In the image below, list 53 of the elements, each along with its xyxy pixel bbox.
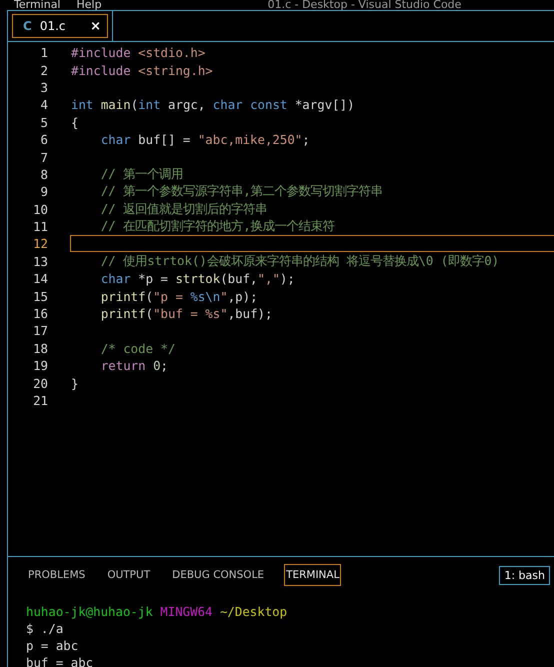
line-number: 13 — [32, 254, 48, 269]
close-icon[interactable]: × — [90, 18, 101, 34]
panel-tab[interactable]: TERMINAL — [284, 564, 342, 586]
menu-item[interactable]: Help — [76, 0, 102, 10]
code-line: #include <string.h> — [70, 62, 214, 79]
line-number: 17 — [32, 323, 48, 338]
line-number: 1 — [40, 45, 48, 60]
panel-tab[interactable]: DEBUG CONSOLE — [170, 564, 266, 586]
line-number: 20 — [32, 376, 48, 391]
code-line: printf("buf = %s",buf); — [100, 305, 274, 322]
code-line: /* code */ — [100, 340, 176, 357]
code-line: // 第一个调用 — [100, 166, 184, 183]
code-line: // 在匹配切割字符的地方,换成一个结束符 — [100, 218, 336, 236]
line-number: 19 — [32, 358, 48, 374]
line-number: 10 — [32, 202, 48, 217]
line-number: 5 — [40, 114, 48, 130]
code-line: #include <stdio.h> — [70, 44, 206, 62]
code-line: } — [70, 374, 80, 392]
line-number: 6 — [40, 132, 48, 148]
line-number: 11 — [32, 219, 48, 234]
tab-label: 01.c — [40, 19, 66, 33]
line-number: 16 — [32, 306, 48, 322]
terminal-select[interactable]: 1: bash — [499, 566, 550, 584]
code-line: char buf[] = "abc,mike,250"; — [100, 131, 311, 148]
line-number: 18 — [32, 340, 48, 356]
c-file-icon: C — [23, 19, 32, 33]
panel-tab[interactable]: OUTPUT — [105, 564, 152, 586]
terminal-line: $ ./a — [26, 621, 64, 638]
code-line: { — [70, 114, 80, 131]
code-line: printf("p = %s\n",p); — [100, 288, 259, 305]
terminal-line: p = abc — [26, 638, 80, 655]
line-number: 15 — [32, 288, 48, 304]
line-number: 21 — [32, 393, 48, 408]
code-line: return 0; — [100, 357, 169, 374]
editor-tab[interactable]: C 01.c × — [12, 14, 108, 38]
terminal-line: huhao-jk@huhao-jk MINGW64 ~/Desktop — [26, 604, 288, 621]
window-title: 01.c - Desktop - Visual Studio Code — [268, 0, 462, 10]
code-line: int main(int argc, char const *argv[]) — [70, 96, 356, 114]
line-number: 7 — [40, 150, 48, 165]
terminal-line: buf = abc — [26, 655, 94, 667]
code-line: char *p = strtok(buf,","); — [100, 270, 296, 288]
line-number: 12 — [32, 236, 48, 252]
menu-item[interactable]: Terminal — [14, 0, 60, 10]
line-number: 4 — [40, 97, 48, 112]
panel-tab[interactable]: PROBLEMS — [26, 564, 88, 586]
code-line: // 使用strtok()会破坏原来字符串的结构 将逗号替换成\0 (即数字0) — [100, 252, 500, 270]
line-number: 9 — [40, 184, 48, 200]
line-number: 14 — [32, 271, 48, 286]
code-line: // 第一个参数写源字符串,第二个参数写切割字符串 — [100, 183, 384, 200]
line-number: 8 — [40, 166, 48, 182]
line-number: 3 — [40, 80, 48, 95]
code-line: // 返回值就是切割后的字符串 — [100, 200, 268, 218]
line-number: 2 — [40, 62, 48, 78]
